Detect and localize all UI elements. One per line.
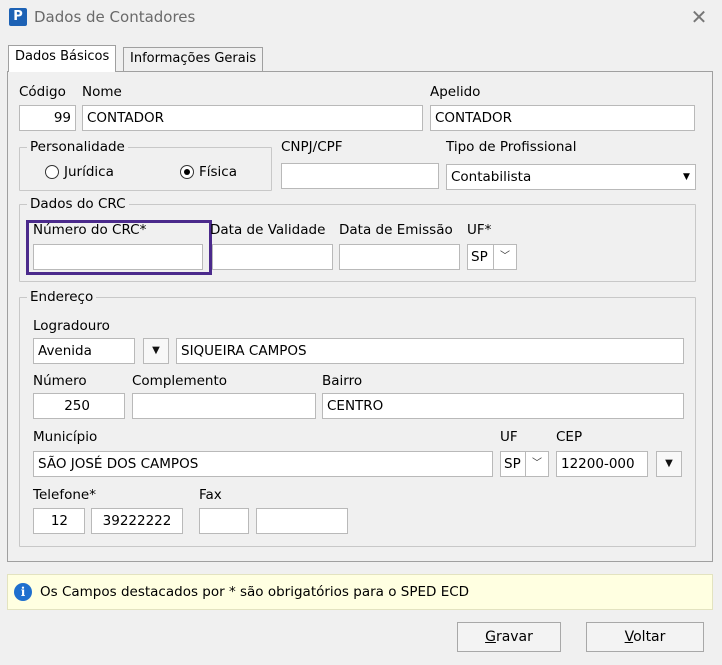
uf-label: UF [500, 429, 518, 445]
info-bar: i Os Campos destacados por * são obrigat… [7, 574, 713, 610]
crc-uf-select[interactable]: SP [467, 244, 494, 270]
radio-fisica[interactable] [180, 165, 194, 179]
logradouro-field[interactable]: SIQUEIRA CAMPOS [176, 338, 684, 364]
complemento-field[interactable] [132, 393, 316, 419]
telefone-field[interactable]: 39222222 [91, 508, 183, 534]
municipio-label: Município [33, 429, 98, 445]
telefone-label: Telefone* [33, 487, 96, 503]
endereco-title: Endereço [27, 289, 97, 305]
fax-field[interactable] [256, 508, 348, 534]
radio-fisica-label[interactable]: Física [199, 164, 237, 180]
codigo-label: Código [19, 84, 66, 100]
crc-emissao-label: Data de Emissão [339, 222, 453, 238]
chevron-down-icon[interactable]: ▼ [656, 451, 682, 477]
info-icon: i [14, 583, 32, 601]
uf-select[interactable]: SP [500, 451, 526, 477]
app-icon: P [9, 8, 27, 26]
municipio-field[interactable]: SÃO JOSÉ DOS CAMPOS [33, 451, 493, 477]
voltar-hotkey: V [624, 629, 634, 645]
cnpj-field[interactable] [281, 163, 439, 189]
numero-field[interactable]: 250 [33, 393, 125, 419]
crc-uf-label: UF* [467, 222, 492, 238]
apelido-label: Apelido [430, 84, 481, 100]
tab-dados-basicos[interactable]: Dados Básicos [8, 45, 117, 72]
nome-field[interactable]: CONTADOR [82, 105, 423, 131]
cep-label: CEP [556, 429, 583, 445]
cep-field[interactable]: 12200-000 [556, 451, 648, 477]
close-icon[interactable]: ✕ [688, 6, 710, 28]
fax-ddd-field[interactable] [199, 508, 249, 534]
tipo-select[interactable]: Contabilista [446, 164, 696, 190]
telefone-ddd-field[interactable]: 12 [33, 508, 85, 534]
logradouro-label: Logradouro [33, 318, 110, 334]
crc-title: Dados do CRC [27, 196, 129, 212]
numero-label: Número [33, 373, 87, 389]
cnpj-label: CNPJ/CPF [281, 139, 343, 155]
radio-juridica-label[interactable]: Jurídica [64, 164, 114, 180]
bairro-label: Bairro [322, 373, 363, 389]
chevron-down-icon[interactable]: ﹀ [493, 244, 517, 270]
bairro-field[interactable]: CENTRO [322, 393, 684, 419]
chevron-down-icon[interactable]: ﹀ [525, 451, 549, 477]
gravar-button[interactable]: Gravar [457, 622, 561, 652]
crc-emissao-field[interactable] [339, 244, 460, 270]
tab-informacoes-gerais[interactable]: Informações Gerais [123, 47, 264, 72]
gravar-hotkey: G [485, 629, 496, 645]
gravar-label: ravar [495, 629, 533, 645]
radio-juridica[interactable] [45, 165, 59, 179]
codigo-field[interactable]: 99 [19, 105, 76, 131]
chevron-down-icon[interactable]: ▼ [678, 165, 695, 189]
info-text: Os Campos destacados por * são obrigatór… [40, 584, 470, 600]
nome-label: Nome [82, 84, 122, 100]
complemento-label: Complemento [132, 373, 228, 389]
personalidade-title: Personalidade [27, 139, 128, 155]
crc-validade-field[interactable] [212, 244, 333, 270]
voltar-button[interactable]: Voltar [586, 622, 704, 652]
crc-validade-label: Data de Validade [210, 222, 326, 238]
voltar-label: oltar [633, 629, 666, 645]
required-field-highlight [26, 220, 212, 275]
tipo-label: Tipo de Profissional [446, 139, 577, 155]
window-title: Dados de Contadores [34, 8, 196, 26]
logradouro-tipo-field[interactable]: Avenida [33, 338, 135, 364]
apelido-field[interactable]: CONTADOR [430, 105, 695, 131]
fax-label: Fax [199, 487, 222, 503]
chevron-down-icon[interactable]: ▼ [143, 338, 169, 364]
